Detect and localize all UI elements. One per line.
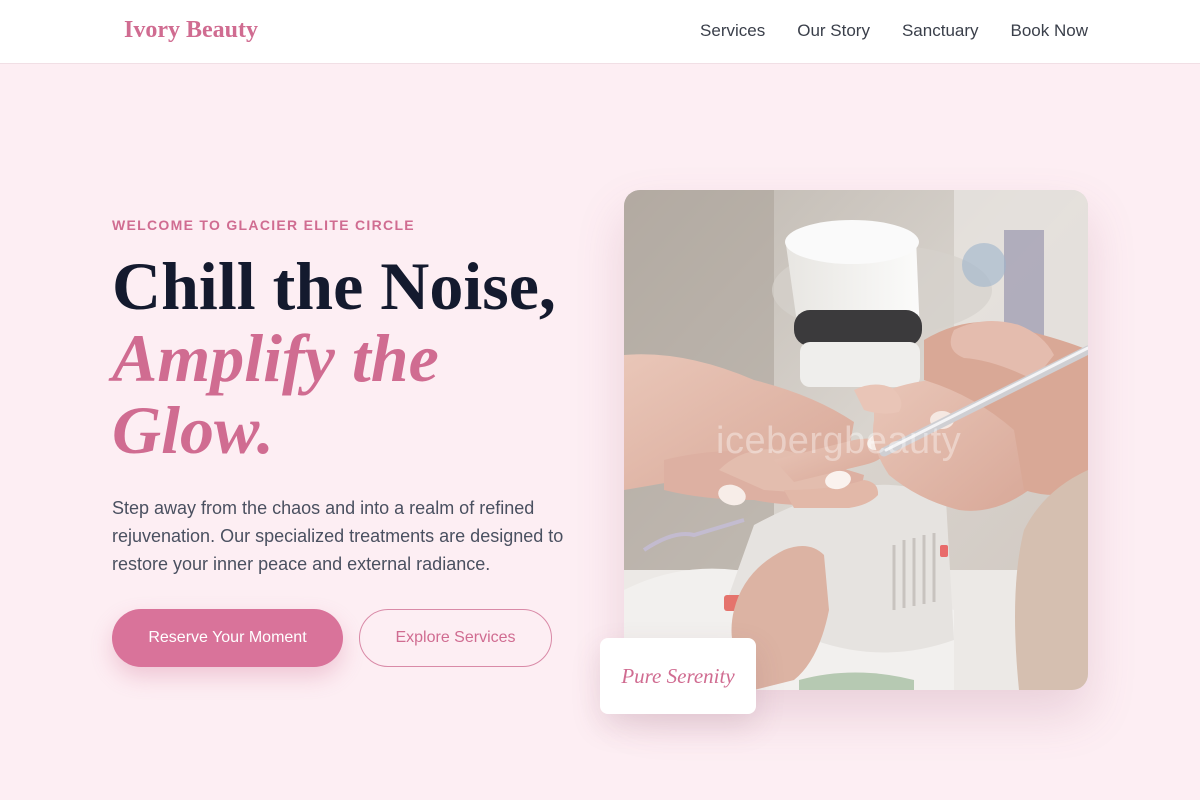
- badge-label: Pure Serenity: [621, 663, 735, 688]
- explore-services-button[interactable]: Explore Services: [359, 609, 552, 667]
- reserve-button[interactable]: Reserve Your Moment: [112, 609, 343, 667]
- image-watermark: icebergbeauty: [716, 420, 962, 462]
- nav-link-sanctuary[interactable]: Sanctuary: [902, 21, 979, 41]
- main-nav: Services Our Story Sanctuary Book Now: [700, 21, 1088, 41]
- brand-logo[interactable]: Ivory Beauty: [124, 17, 258, 44]
- top-navigation-bar: Ivory Beauty Services Our Story Sanctuar…: [0, 0, 1200, 64]
- nav-link-book-now[interactable]: Book Now: [1011, 21, 1088, 41]
- hero-description: Step away from the chaos and into a real…: [112, 498, 564, 574]
- headline-line-2: Amplify the: [112, 320, 439, 396]
- hero-headline: Chill the Noise, Amplify the Glow.: [112, 250, 556, 466]
- headline-line-3: Glow.: [112, 392, 274, 468]
- headline-line-1: Chill the Noise,: [112, 248, 556, 324]
- hero-image-manicure: icebergbeauty: [624, 190, 1088, 690]
- nav-link-services[interactable]: Services: [700, 21, 765, 41]
- nav-link-our-story[interactable]: Our Story: [797, 21, 870, 41]
- hero-eyebrow: WELCOME TO GLACIER ELITE CIRCLE: [112, 217, 415, 233]
- serenity-badge: Pure Serenity: [600, 638, 756, 714]
